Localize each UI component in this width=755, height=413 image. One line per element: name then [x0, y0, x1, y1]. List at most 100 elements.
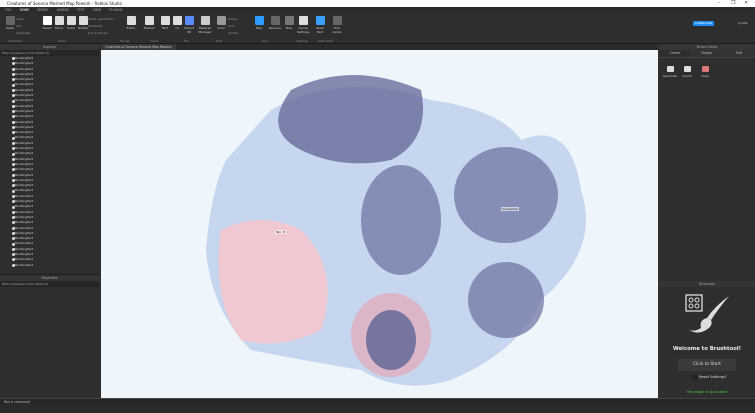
brushtool-logo-icon [685, 294, 729, 333]
material-manager-icon [200, 16, 210, 25]
collaborate-button[interactable]: Collaborate [693, 21, 714, 26]
dark-region-center [361, 165, 441, 275]
button-label: Editor [126, 26, 136, 30]
toolbox-icon [144, 16, 154, 25]
lock-option[interactable]: Lock [228, 24, 235, 28]
brushtool-title: Brushtool [659, 281, 755, 287]
import-icon [683, 66, 691, 72]
button-label: Play [255, 26, 263, 30]
part-icon [160, 16, 170, 25]
click-to-start-button[interactable]: Click to Start [678, 359, 736, 371]
dark-region-east [454, 147, 558, 243]
group-clipboard: Clipboard [8, 39, 23, 43]
group-insert: Insert [150, 39, 159, 43]
import-tool[interactable]: Import [679, 66, 695, 78]
clear-icon [701, 66, 709, 72]
play-button[interactable]: Play [252, 16, 266, 30]
select-icon [42, 16, 52, 25]
color-button[interactable]: Color [214, 16, 228, 30]
minimize-button[interactable]: – [718, 0, 721, 7]
button-label: Material Manager [198, 26, 212, 34]
button-label: Toolbox [143, 26, 155, 30]
editor-icon [126, 16, 136, 25]
properties-panel: Properties Filter Properties (Ctrl+Shift… [0, 274, 99, 398]
reset-settings-checkbox[interactable] [692, 375, 697, 380]
group-test: Test [262, 39, 268, 43]
tool-label: Clear [701, 74, 709, 78]
button-label: Color [217, 26, 225, 30]
menu-plugins[interactable]: PLUGINS [109, 8, 123, 12]
button-label: Import 3D [184, 26, 194, 34]
map-label: Somewhat [501, 207, 519, 211]
button-label: Team Test [316, 26, 324, 34]
menu-file[interactable]: FILE [5, 8, 12, 12]
cut-option[interactable]: Cut [16, 24, 21, 28]
status-bar [0, 404, 755, 413]
3d-viewport[interactable]: Npc B Somewhat [101, 50, 658, 398]
toolbox-button[interactable]: Toolbox [142, 16, 156, 30]
group-team-test: Team Test [318, 39, 333, 43]
group-edit: Edit [216, 39, 222, 43]
import-3d-button[interactable]: Import 3D [182, 16, 196, 34]
duplicate-option[interactable]: Duplicate [16, 31, 30, 35]
properties-filter-input[interactable]: Filter Properties (Ctrl+Shift+P) [0, 281, 99, 287]
scale-icon [66, 16, 76, 25]
dark-region-south [366, 310, 416, 370]
resume-icon [270, 16, 280, 25]
mode-geometric-option[interactable]: Mode: Geometric [88, 17, 114, 21]
menu-view[interactable]: VIEW [93, 8, 101, 12]
title-bar: Creatures of Sonaria Meshed Map Rework -… [0, 0, 755, 7]
tab-create[interactable]: Create [659, 50, 691, 57]
group-option[interactable]: Group [228, 17, 237, 21]
resume-button[interactable]: Resume [268, 16, 282, 30]
material-manager-button[interactable]: Material Manager [198, 16, 212, 34]
group-settings: Settings [296, 39, 309, 43]
maximize-button[interactable]: ❐ [731, 0, 735, 7]
map-label: Npc B [275, 230, 286, 234]
close-button[interactable]: ✕ [744, 0, 748, 7]
collisions-option[interactable]: Collisions [88, 24, 102, 28]
group-file: File [184, 39, 190, 43]
stop-button[interactable]: Stop [282, 16, 296, 30]
stop-icon [284, 16, 294, 25]
ribbon: Collaborate Cydha Paste Select Move Scale Ro… [0, 13, 755, 44]
rotate-icon [78, 16, 88, 25]
explorer-item[interactable]: BuildingPart [0, 263, 99, 268]
team-test-icon [315, 16, 325, 25]
clear-tool[interactable]: Clear [697, 66, 713, 78]
exit-game-button[interactable]: Exit Game [330, 16, 344, 34]
user-menu[interactable]: Cydha [738, 21, 748, 25]
button-label: Stop [285, 26, 293, 30]
tool-label: Generate [662, 74, 677, 78]
generate-icon [666, 66, 674, 72]
button-label: Resume [268, 26, 282, 30]
welcome-heading: Welcome to Brushtool! [672, 346, 742, 352]
ui-icon [172, 16, 182, 25]
plugin-status: The plugin is up to date! [686, 390, 728, 394]
button-label: Paste [5, 26, 15, 30]
anchor-option[interactable]: Anchor [228, 31, 239, 35]
editor-button[interactable]: Editor [124, 16, 138, 30]
game-settings-button[interactable]: Game Settings [296, 16, 310, 34]
group-terrain: Terrain [120, 39, 131, 43]
join-surfaces-option[interactable]: Join Surfaces [88, 31, 107, 35]
terrain-editor-panel: Terrain Editor Create Region Edit Genera… [659, 44, 755, 283]
tab-edit[interactable]: Edit [723, 50, 755, 57]
team-test-button[interactable]: Team Test [313, 16, 327, 34]
brushtool-panel: Brushtool Welcome to Brushtool! Click to… [659, 276, 755, 398]
tool-label: Import [682, 74, 692, 78]
explorer-tree[interactable]: BuildingPart BuildingPart BuildingPart Buil… [0, 56, 99, 268]
menu-test[interactable]: TEST [77, 8, 85, 12]
menu-avatar[interactable]: AVATAR [57, 8, 69, 12]
menu-model[interactable]: MODEL [37, 8, 49, 12]
game-settings-icon [298, 16, 308, 25]
color-icon [216, 16, 226, 25]
import-3d-icon [184, 16, 194, 25]
exit-game-icon [332, 16, 342, 25]
generate-tool[interactable]: Generate [662, 66, 678, 78]
tab-region[interactable]: Region [691, 50, 723, 57]
paste-button[interactable]: Paste [3, 16, 17, 30]
window-title: Creatures of Sonaria Meshed Map Rework -… [7, 1, 122, 6]
copy-option[interactable]: Copy [16, 17, 24, 21]
menu-home[interactable]: HOME [20, 8, 30, 12]
